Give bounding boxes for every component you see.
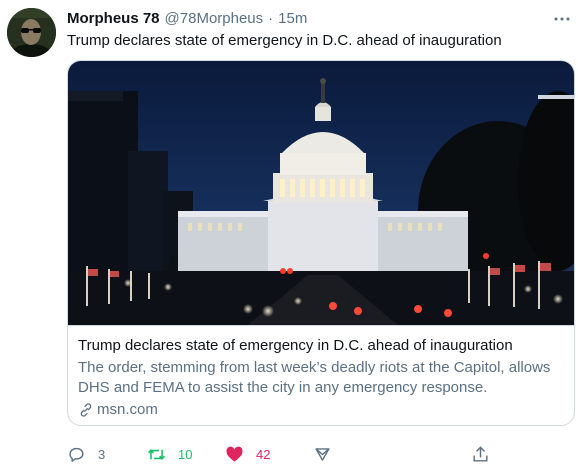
link-icon (80, 402, 92, 417)
link-card[interactable]: Trump declares state of emergency in D.C… (67, 60, 575, 426)
separator-dot: · (268, 10, 274, 27)
share-icon (315, 447, 330, 461)
reply-button[interactable]: 3 (67, 443, 105, 465)
tweet-text: Trump declares state of emergency in D.C… (67, 32, 502, 49)
card-domain: msn.com (78, 401, 158, 418)
author-name[interactable]: Morpheus 78 (67, 10, 160, 27)
more-icon (554, 17, 570, 21)
like-count: 42 (256, 446, 271, 462)
like-button[interactable]: 42 (225, 443, 270, 465)
author-handle[interactable]: @78Morpheus (165, 10, 264, 27)
reply-count: 3 (98, 446, 106, 462)
card-domain-text: msn.com (97, 401, 158, 418)
share-via-dm-button[interactable] (313, 443, 332, 465)
tweet-actions: 3 10 42 (67, 443, 567, 465)
avatar[interactable] (7, 8, 56, 57)
reply-icon (69, 447, 84, 462)
card-description: The order, stemming from last week’s dea… (78, 359, 551, 396)
card-image[interactable] (68, 61, 574, 325)
card-title: Trump declares state of emergency in D.C… (78, 337, 513, 354)
card-body[interactable]: Trump declares state of emergency in D.C… (68, 325, 574, 425)
retweet-button[interactable]: 10 (147, 443, 192, 465)
more-options-button[interactable] (553, 10, 571, 28)
avatar-image (7, 8, 56, 57)
heart-icon (226, 446, 243, 462)
tweet[interactable]: Morpheus 78 @78Morpheus · 15m Trump decl… (0, 0, 578, 475)
retweet-icon (147, 448, 166, 460)
share-button[interactable] (471, 443, 490, 465)
timestamp[interactable]: 15m (278, 10, 307, 27)
retweet-count: 10 (178, 446, 193, 462)
tweet-header: Morpheus 78 @78Morpheus · 15m (67, 10, 307, 30)
upload-icon (473, 446, 488, 462)
